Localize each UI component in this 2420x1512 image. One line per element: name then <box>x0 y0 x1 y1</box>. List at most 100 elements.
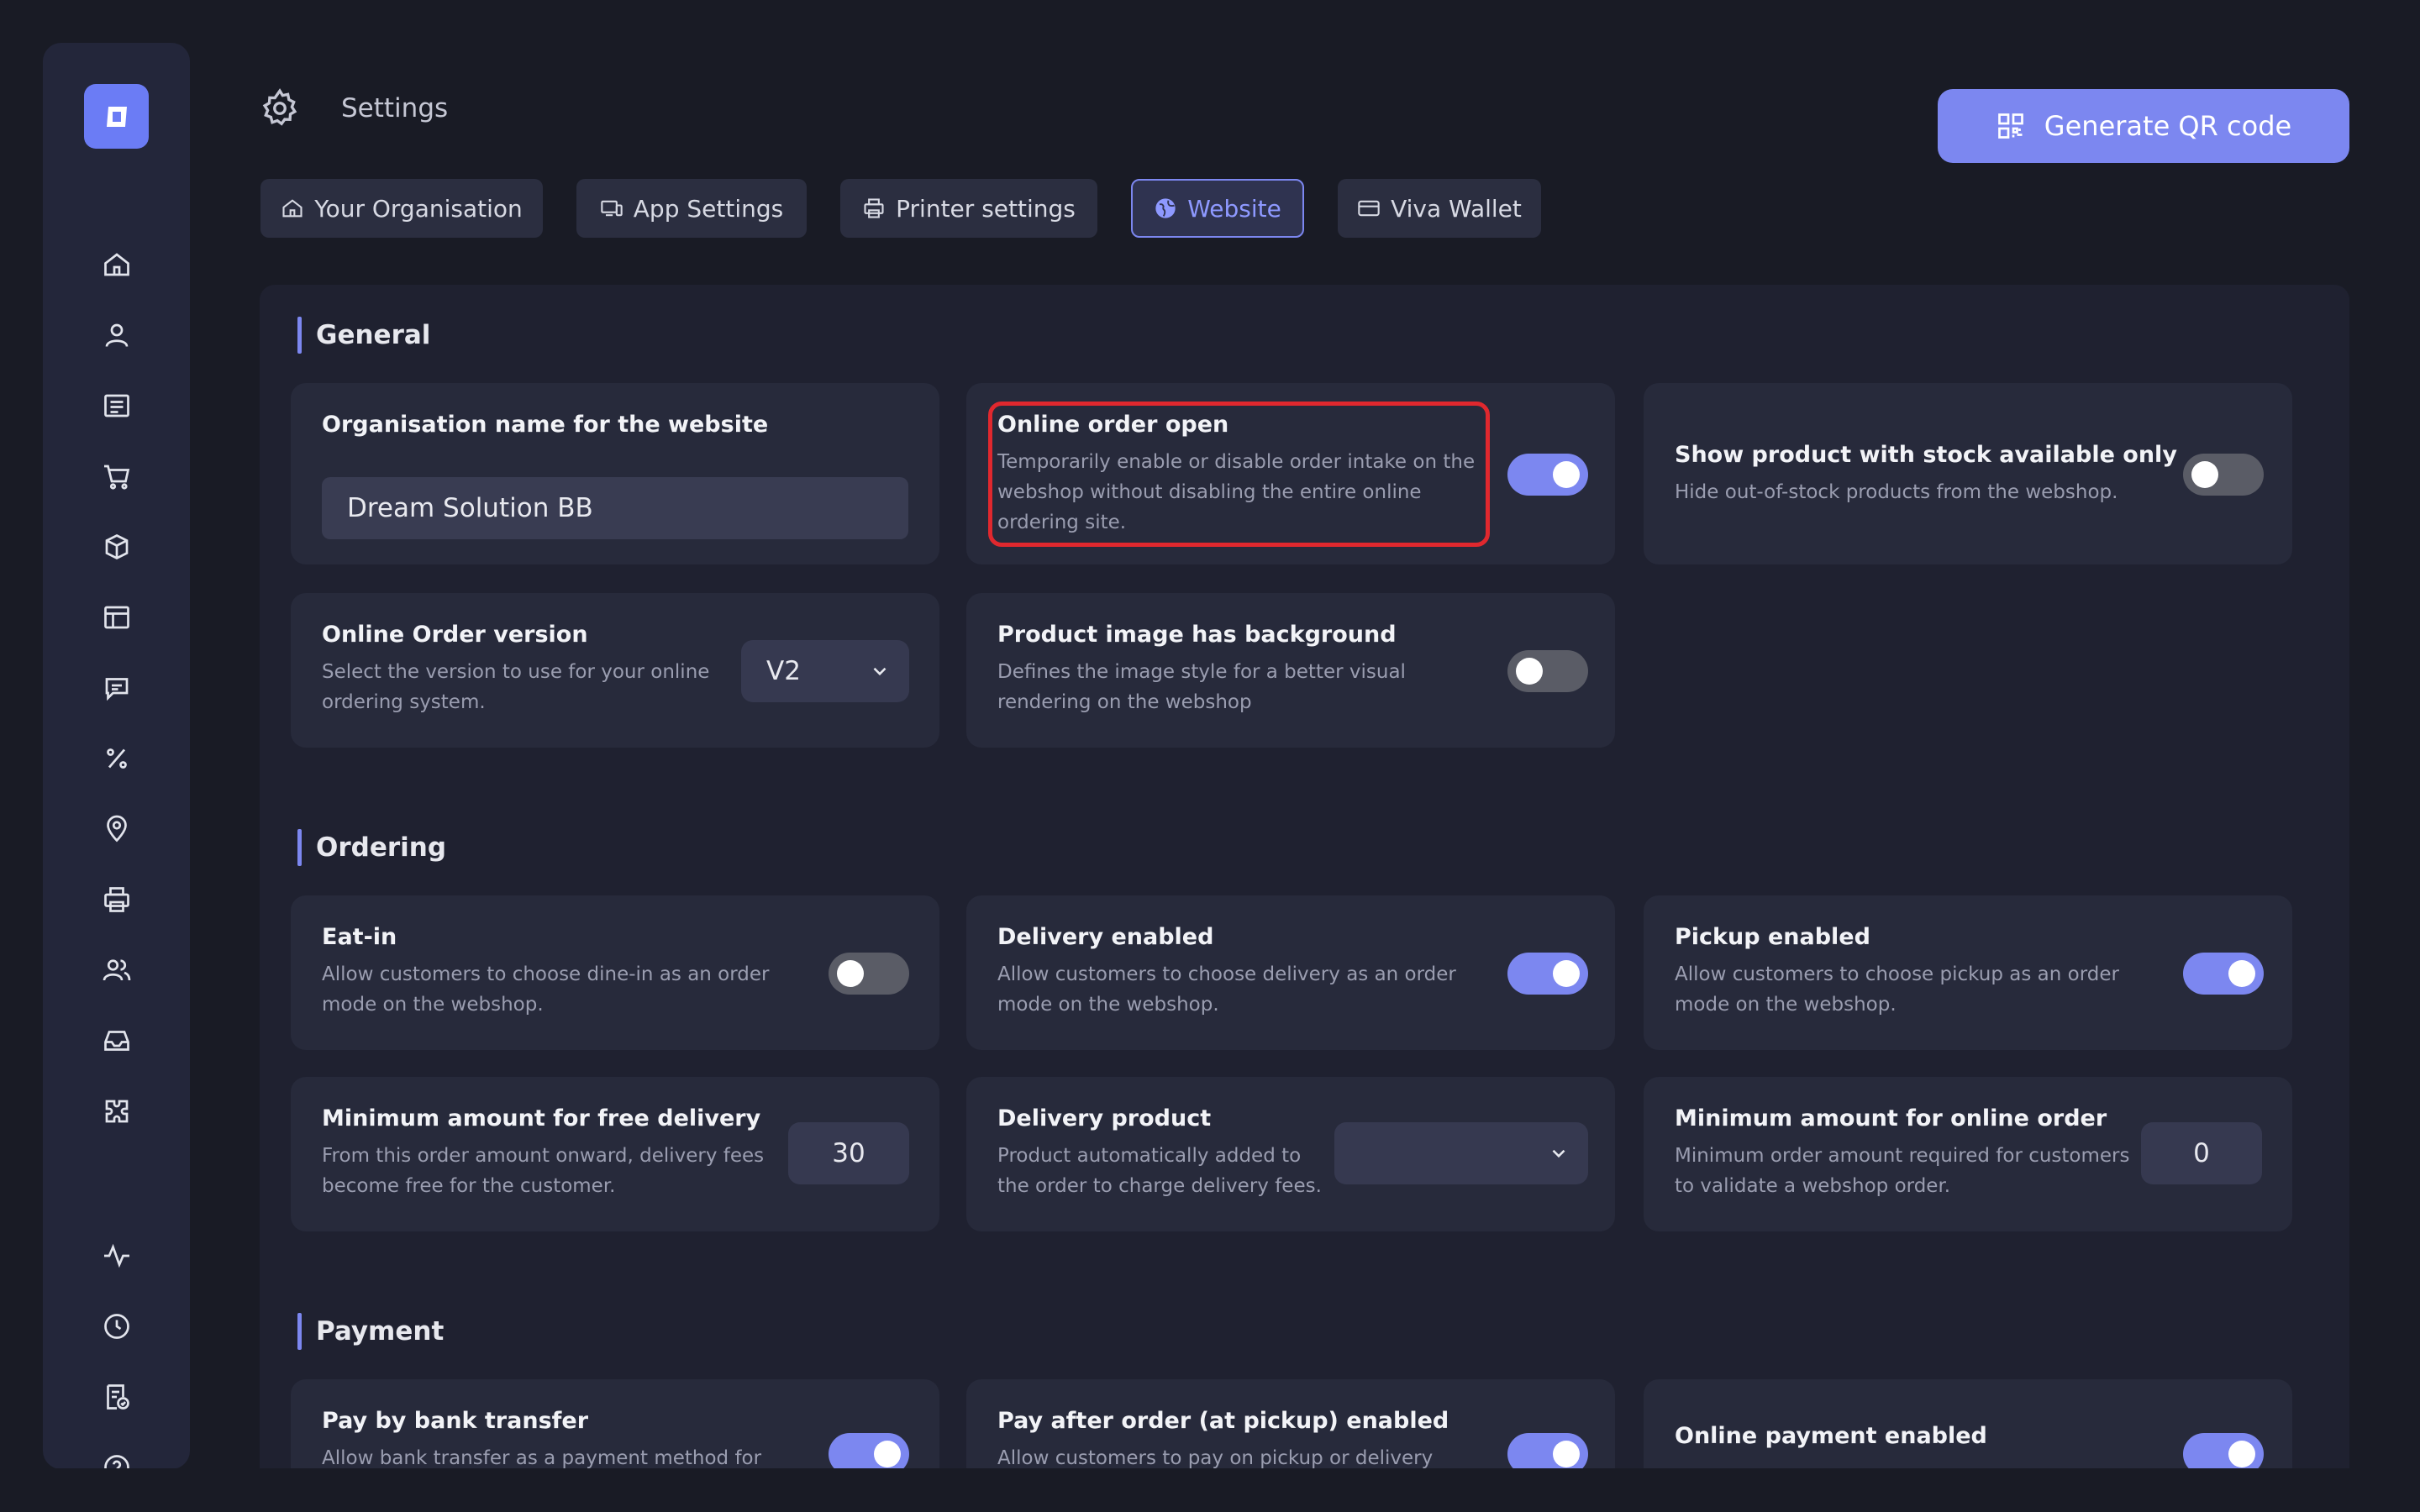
online-order-open-desc-3: ordering site. <box>997 512 1127 533</box>
delivery-desc-1: Allow customers to choose delivery as an… <box>997 963 1456 985</box>
org-name-title: Organisation name for the website <box>322 412 769 438</box>
stock-only-toggle[interactable] <box>2183 454 2264 496</box>
user-icon <box>105 323 129 347</box>
delivery-toggle[interactable] <box>1507 953 1588 995</box>
toggle-knob <box>2228 960 2255 987</box>
sidebar-item-home[interactable] <box>100 248 134 281</box>
order-version-desc-1: Select the version to use for your onlin… <box>322 661 710 683</box>
tab-viva-wallet[interactable]: Viva Wallet <box>1338 179 1541 238</box>
sidebar-item-messages[interactable] <box>100 671 134 705</box>
generate-qr-label: Generate QR code <box>2044 110 2292 142</box>
box-icon <box>105 533 129 560</box>
pickup-toggle[interactable] <box>2183 953 2264 995</box>
bank-transfer-title: Pay by bank transfer <box>322 1408 589 1434</box>
section-title-general: General <box>297 317 430 354</box>
app-logo[interactable] <box>84 84 149 149</box>
report-icon <box>107 1384 129 1410</box>
sidebar-item-locations[interactable] <box>100 812 134 846</box>
min-online-desc-2: to validate a webshop order. <box>1675 1175 1951 1197</box>
section-title-payment: Payment <box>297 1313 444 1350</box>
delivery-product-title: Delivery product <box>997 1105 1212 1131</box>
sidebar-item-inbox[interactable] <box>100 1024 134 1058</box>
tab-app-settings[interactable]: App Settings <box>576 179 807 238</box>
min-online-card: Minimum amount for online order Minimum … <box>1644 1077 2292 1231</box>
min-online-input[interactable]: 0 <box>2141 1122 2262 1184</box>
sidebar-item-tables[interactable] <box>100 601 134 634</box>
delivery-desc-2: mode on the webshop. <box>997 994 1219 1016</box>
toggle-knob <box>874 1441 901 1467</box>
sidebar-item-cart[interactable] <box>100 459 134 493</box>
generate-qr-button[interactable]: Generate QR code <box>1938 89 2349 163</box>
tab-your-organisation[interactable]: Your Organisation <box>260 179 543 238</box>
sidebar-item-history[interactable] <box>100 1310 134 1343</box>
online-order-open-card: Online order open Temporarily enable or … <box>966 383 1615 564</box>
eat-in-toggle[interactable] <box>829 953 909 995</box>
stock-only-desc-1: Hide out-of-stock products from the webs… <box>1675 481 2118 503</box>
delivery-product-desc-2: the order to charge delivery fees. <box>997 1175 1322 1197</box>
pickup-card: Pickup enabled Allow customers to choose… <box>1644 895 2292 1050</box>
free-delivery-desc-2: become free for the customer. <box>322 1175 616 1197</box>
delivery-product-desc-1: Product automatically added to <box>997 1145 1302 1167</box>
table-icon <box>104 606 129 629</box>
sidebar-item-products[interactable] <box>100 530 134 564</box>
clock-icon <box>104 1314 129 1339</box>
image-background-desc-1: Defines the image style for a better vis… <box>997 661 1406 683</box>
globe-icon <box>1155 198 1176 218</box>
app: Settings Generate QR code Your Organisat… <box>0 0 2420 1512</box>
pickup-title: Pickup enabled <box>1675 924 1870 950</box>
free-delivery-input[interactable]: 30 <box>788 1122 909 1184</box>
inbox-icon <box>104 1031 129 1051</box>
stock-only-title: Show product with stock available only <box>1675 442 2177 468</box>
chat-icon <box>105 678 129 701</box>
sidebar-item-integrations[interactable] <box>100 1095 134 1128</box>
delivery-card: Delivery enabled Allow customers to choo… <box>966 895 1615 1050</box>
sidebar-item-activity[interactable] <box>100 1239 134 1273</box>
toggle-knob <box>1553 960 1580 987</box>
org-name-card: Organisation name for the website <box>291 383 939 564</box>
devices-icon <box>601 200 623 217</box>
tab-label: Your Organisation <box>314 194 523 223</box>
sidebar-item-orders[interactable] <box>100 389 134 423</box>
tab-label: App Settings <box>633 194 784 223</box>
sidebar-item-reports[interactable] <box>100 1380 134 1414</box>
chevron-down-icon <box>1552 1149 1565 1158</box>
toggle-knob <box>2228 1441 2255 1467</box>
image-background-title: Product image has background <box>997 622 1397 648</box>
order-version-desc-2: ordering system. <box>322 691 486 713</box>
image-background-desc-2: rendering on the webshop <box>997 691 1252 713</box>
chevron-down-icon <box>873 667 886 676</box>
image-background-card: Product image has background Defines the… <box>966 593 1615 748</box>
min-online-title: Minimum amount for online order <box>1675 1105 2107 1131</box>
orders-icon <box>104 394 129 417</box>
tab-label: Printer settings <box>896 194 1076 223</box>
sidebar-item-user[interactable] <box>100 318 134 352</box>
sidebar-item-printers[interactable] <box>100 883 134 916</box>
home-icon <box>282 199 302 218</box>
card-icon <box>1358 200 1380 217</box>
tab-website[interactable]: Website <box>1131 179 1304 238</box>
eat-in-desc-2: mode on the webshop. <box>322 994 544 1016</box>
org-name-input[interactable] <box>322 477 908 539</box>
sidebar-item-discounts[interactable] <box>100 742 134 775</box>
percent-icon <box>107 748 127 769</box>
printer-icon <box>104 887 129 912</box>
delivery-product-select[interactable] <box>1334 1122 1588 1184</box>
eat-in-title: Eat-in <box>322 924 397 950</box>
online-order-open-desc-2: webshop without disabling the entire onl… <box>997 481 1422 503</box>
order-version-title: Online Order version <box>322 622 588 648</box>
eat-in-desc-1: Allow customers to choose dine-in as an … <box>322 963 770 985</box>
free-delivery-card: Minimum amount for free delivery From th… <box>291 1077 939 1231</box>
sidebar-item-staff[interactable] <box>100 953 134 987</box>
online-order-open-toggle[interactable] <box>1507 454 1588 496</box>
sidebar-item-help[interactable] <box>100 1451 134 1469</box>
section-title-ordering: Ordering <box>297 829 446 866</box>
bottom-edge <box>0 1468 2420 1512</box>
order-version-select[interactable]: V2 <box>741 640 909 702</box>
page-title: Settings <box>341 93 449 123</box>
delivery-title: Delivery enabled <box>997 924 1214 950</box>
eat-in-card: Eat-in Allow customers to choose dine-in… <box>291 895 939 1050</box>
free-delivery-title: Minimum amount for free delivery <box>322 1105 761 1131</box>
toggle-knob <box>2191 461 2218 488</box>
tab-printer-settings[interactable]: Printer settings <box>840 179 1097 238</box>
image-background-toggle[interactable] <box>1507 650 1588 692</box>
